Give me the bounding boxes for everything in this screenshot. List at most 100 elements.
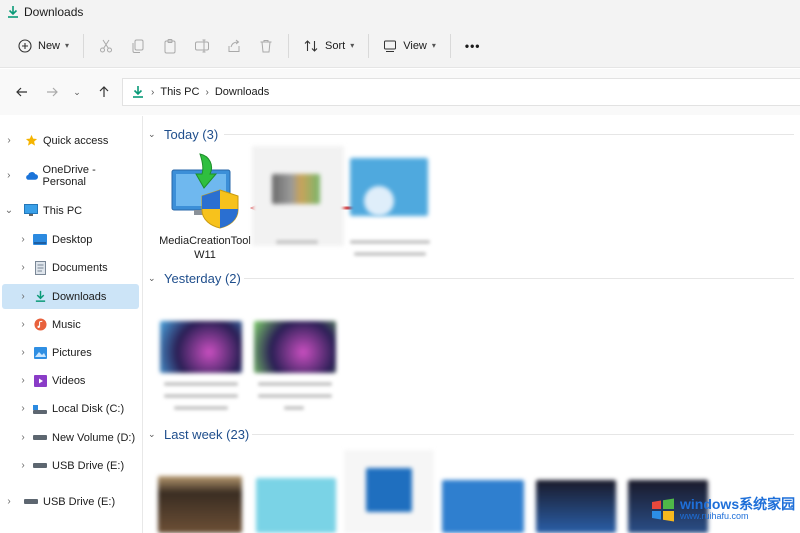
group-header-label: Yesterday (2) [164,270,241,286]
download-icon [133,86,143,98]
chevron-right-icon: › [21,234,25,245]
chevron-right-icon: › [21,375,25,386]
chevron-right-icon: › [21,347,25,358]
sidebar-item-label: Desktop [52,233,93,246]
file-thumbnail-image [366,468,412,512]
sidebar-item-onedrive[interactable]: › OneDrive - Personal [2,163,139,188]
window-title: Downloads [24,5,84,19]
file-name-blurred [350,240,430,244]
file-name-blurred [276,240,318,244]
sort-icon [304,39,318,52]
file-thumbnail[interactable] [442,480,524,533]
file-thumbnail-image [272,174,320,204]
cloud-icon [24,169,38,183]
chevron-right-icon: › [151,86,155,98]
file-thumbnail[interactable] [160,321,242,373]
file-name-blurred [258,394,332,398]
trash-icon [260,39,272,52]
share-icon [228,39,240,52]
cut-button[interactable] [90,31,122,61]
chevron-down-icon: ⌄ [148,428,156,439]
sidebar-item-documents[interactable]: › Documents [2,255,139,280]
divider [288,33,290,58]
delete-button[interactable] [250,31,282,61]
picture-icon [33,346,47,360]
chevron-right-icon: › [7,170,11,181]
divider [244,278,794,279]
group-header-today[interactable]: ⌄ Today (3) [144,123,800,145]
sidebar-item-this-pc[interactable]: ⌄ This PC [2,198,139,223]
sort-button[interactable]: Sort ▾ [295,31,362,61]
new-button[interactable]: New ▾ [10,31,77,61]
windows-logo-icon [652,498,674,522]
rename-button[interactable] [186,31,218,61]
file-thumbnail[interactable] [256,478,336,533]
watermark-title: windows系统家园 [680,496,796,512]
file-name: MediaCreationToolW11 [159,235,251,261]
sidebar-item-videos[interactable]: › Videos [2,368,139,393]
sidebar-item-music[interactable]: › Music [2,312,139,337]
chevron-right-icon: › [21,262,25,273]
file-name-blurred [284,406,304,410]
sidebar-item-pictures[interactable]: › Pictures [2,340,139,365]
file-thumbnail[interactable] [158,476,242,533]
share-button[interactable] [218,31,250,61]
sidebar-item-label: OneDrive - Personal [42,163,96,188]
more-options-button[interactable]: ••• [457,31,489,61]
sidebar-item-local-disk-c[interactable]: › Local Disk (C:) [2,396,139,421]
copy-icon [132,39,144,53]
drive-icon [33,431,47,445]
copy-button[interactable] [122,31,154,61]
address-bar[interactable]: › This PC › Downloads [122,78,800,106]
sidebar-item-label: Downloads [52,290,107,303]
star-icon [24,134,38,148]
sidebar-item-label: Local Disk (C:) [52,402,125,415]
up-button[interactable] [92,80,116,104]
chevron-down-icon: ▾ [350,41,355,50]
desktop-icon [33,233,47,247]
breadcrumb-downloads[interactable]: Downloads [215,86,269,98]
media-creation-tool-icon [171,153,239,229]
chevron-right-icon: › [7,496,11,507]
breadcrumb-this-pc[interactable]: This PC [160,86,199,98]
sidebar-item-label: This PC [43,204,83,217]
command-bar: New ▾ Sort ▾ View ▾ ••• [0,24,800,68]
sidebar-item-quick-access[interactable]: › Quick access [2,128,139,153]
sidebar-item-label: USB Drive (E:) [43,495,116,508]
view-icon [384,40,397,52]
sidebar-item-usb-drive-e-root[interactable]: › USB Drive (E:) [2,489,139,514]
view-button[interactable]: View ▾ [375,31,444,61]
recent-locations-button[interactable]: ⌄ [70,80,84,104]
chevron-down-icon: ⌄ [73,86,81,97]
divider [449,33,451,58]
sidebar-item-desktop[interactable]: › Desktop [2,227,139,252]
group-header-yesterday[interactable]: ⌄ Yesterday (2) [144,267,800,289]
sidebar-item-new-volume-d[interactable]: › New Volume (D:) [2,425,139,450]
usb-drive-icon [33,459,47,473]
new-button-label: New [38,39,61,52]
clipboard-icon [164,38,176,53]
download-icon [33,290,47,304]
group-header-last-week[interactable]: ⌄ Last week (23) [144,423,800,445]
sidebar-item-label: USB Drive (E:) [52,459,125,472]
file-name-blurred [174,406,228,410]
chevron-down-icon: ⌄ [148,272,156,283]
sidebar-item-usb-drive-e[interactable]: › USB Drive (E:) [2,453,139,478]
back-button[interactable] [10,80,34,104]
chevron-right-icon: › [7,135,11,146]
file-name-blurred [258,382,332,386]
navigation-bar: ⌄ › This PC › Downloads [0,69,800,115]
forward-button[interactable] [40,80,64,104]
watermark-url: www.ruihafu.com [680,511,749,521]
file-thumbnail[interactable] [536,480,616,533]
paste-button[interactable] [154,31,186,61]
group-header-label: Today (3) [164,126,219,142]
chevron-down-icon: ⌄ [4,205,14,216]
chevron-right-icon: › [21,432,25,443]
chevron-right-icon: › [21,291,25,302]
file-explorer-window: Downloads New ▾ Sort ▾ View ▾ ••• ⌄ › Th… [0,0,800,533]
file-name-blurred [354,252,426,256]
file-thumbnail[interactable] [254,321,336,373]
sidebar-item-label: Documents [52,261,108,274]
sidebar-item-downloads[interactable]: › Downloads [2,284,139,309]
